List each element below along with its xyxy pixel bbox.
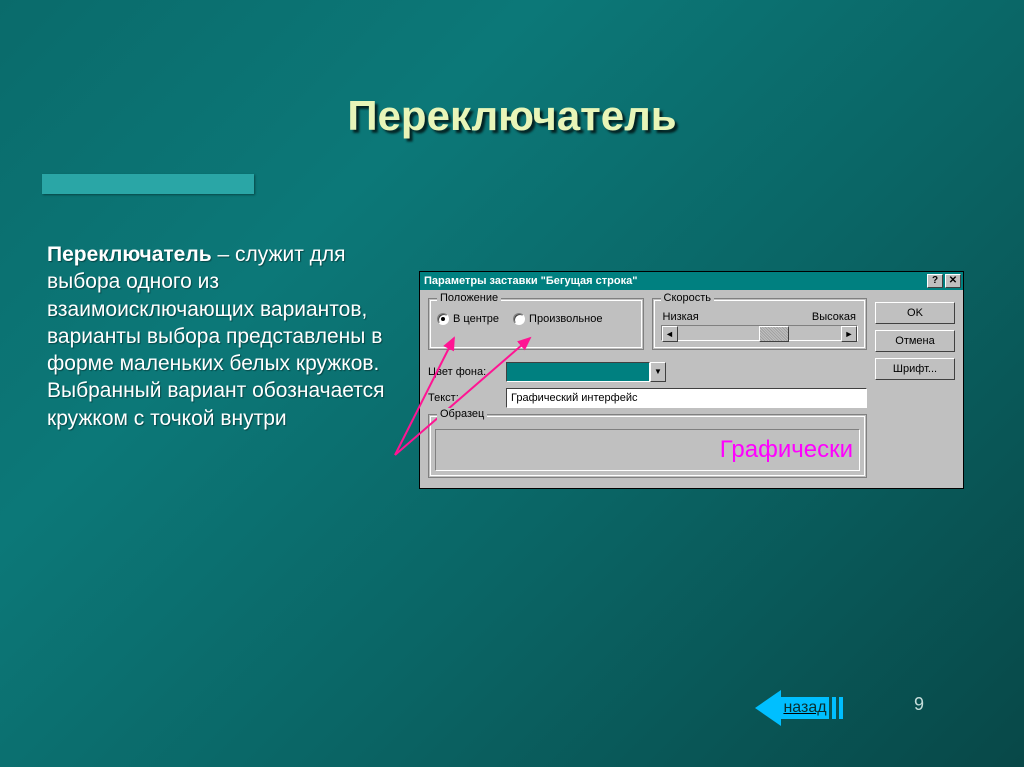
group-speed-legend: Скорость bbox=[661, 292, 715, 304]
bgcolor-swatch bbox=[506, 362, 650, 382]
speed-slider[interactable]: ◄ ► bbox=[661, 325, 859, 341]
back-link[interactable]: назад bbox=[755, 690, 843, 726]
arrow-tail-icon bbox=[839, 697, 843, 719]
radio-random[interactable]: Произвольное bbox=[513, 313, 602, 325]
group-position-legend: Положение bbox=[437, 292, 501, 304]
ok-button[interactable]: OK bbox=[875, 302, 955, 324]
slider-thumb[interactable] bbox=[759, 326, 789, 342]
radio-center-label: В центре bbox=[453, 313, 499, 325]
sample-preview: Графически bbox=[435, 429, 860, 471]
text-label: Текст: bbox=[428, 392, 500, 404]
radio-icon bbox=[437, 313, 449, 325]
cancel-button[interactable]: Отмена bbox=[875, 330, 955, 352]
dialog-titlebar[interactable]: Параметры заставки "Бегущая строка" ? ✕ bbox=[420, 272, 963, 290]
back-label: назад bbox=[783, 699, 826, 717]
speed-low-label: Низкая bbox=[663, 311, 699, 323]
bgcolor-combo[interactable]: ▼ bbox=[506, 362, 666, 382]
dialog-title: Параметры заставки "Бегущая строка" bbox=[424, 275, 925, 287]
page-number: 9 bbox=[914, 694, 924, 715]
slide-title: Переключатель bbox=[0, 92, 1024, 140]
radio-center[interactable]: В центре bbox=[437, 313, 499, 325]
body-text: Переключатель – служит для выбора одного… bbox=[47, 241, 397, 432]
group-sample-legend: Образец bbox=[437, 408, 487, 420]
body-text-rest: – служит для выбора одного из взаимоискл… bbox=[47, 243, 385, 430]
chevron-down-icon[interactable]: ▼ bbox=[650, 362, 666, 382]
font-button[interactable]: Шрифт... bbox=[875, 358, 955, 380]
body-text-bold: Переключатель bbox=[47, 243, 212, 266]
group-speed: Скорость Низкая Высокая ◄ ► bbox=[652, 298, 868, 350]
bgcolor-label: Цвет фона: bbox=[428, 366, 500, 378]
speed-high-label: Высокая bbox=[812, 311, 856, 323]
arrow-left-icon bbox=[755, 690, 781, 726]
radio-random-label: Произвольное bbox=[529, 313, 602, 325]
accent-bar bbox=[42, 174, 254, 194]
slider-right-arrow-icon[interactable]: ► bbox=[841, 326, 857, 342]
close-button[interactable]: ✕ bbox=[945, 274, 961, 288]
group-position: Положение В центре Произвольное bbox=[428, 298, 644, 350]
group-sample: Образец Графически bbox=[428, 414, 867, 478]
help-button[interactable]: ? bbox=[927, 274, 943, 288]
screensaver-settings-dialog: Параметры заставки "Бегущая строка" ? ✕ … bbox=[419, 271, 964, 489]
text-input[interactable] bbox=[506, 388, 867, 408]
slider-left-arrow-icon[interactable]: ◄ bbox=[662, 326, 678, 342]
radio-icon bbox=[513, 313, 525, 325]
arrow-tail-icon bbox=[832, 697, 836, 719]
